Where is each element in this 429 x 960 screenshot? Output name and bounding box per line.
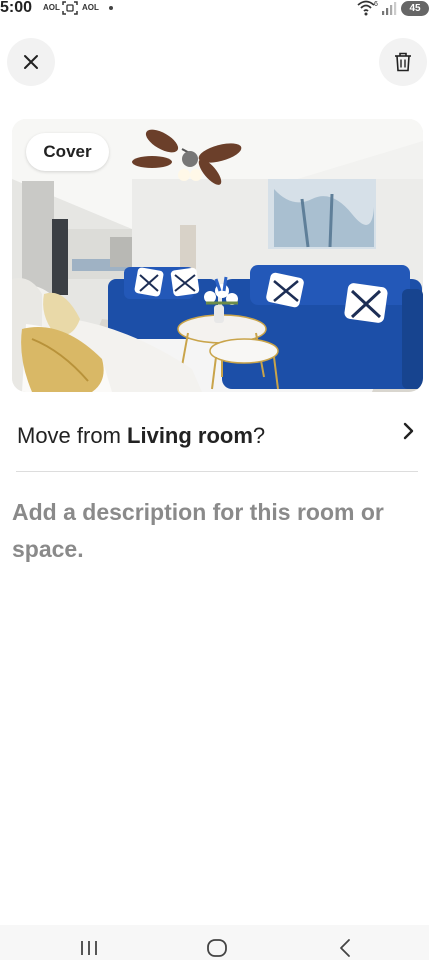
signal-icon: [382, 2, 397, 15]
system-nav-bar: [0, 925, 429, 960]
chevron-right-icon: [403, 422, 414, 440]
move-room-row[interactable]: Move from Living room?: [17, 417, 417, 457]
room-description-field[interactable]: Add a description for this room or space…: [12, 494, 412, 568]
trash-icon: [395, 52, 411, 72]
current-room-name: Living room: [127, 423, 253, 448]
back-icon[interactable]: [338, 937, 352, 959]
move-prefix: Move from: [17, 423, 128, 448]
status-bar: 5:00 AOL AOL 6 45: [0, 0, 429, 20]
divider: [16, 471, 418, 472]
recents-icon[interactable]: [79, 939, 99, 957]
home-icon[interactable]: [206, 938, 228, 958]
delete-button[interactable]: [379, 38, 427, 86]
close-button[interactable]: [7, 38, 55, 86]
move-room-label: Move from Living room?: [17, 423, 265, 449]
move-suffix: ?: [252, 423, 266, 448]
status-time: 5:00: [0, 0, 33, 16]
cover-badge: Cover: [26, 133, 109, 171]
aol-notification-icon: AOL: [43, 3, 60, 12]
aol-notification-icon-2: AOL: [82, 3, 99, 12]
svg-text:6: 6: [374, 1, 378, 8]
wifi-icon: 6: [357, 0, 378, 16]
close-icon: [24, 55, 38, 69]
notification-dot-icon: [109, 6, 113, 10]
screenshot-icon: [62, 1, 78, 15]
battery-icon: 45: [401, 1, 429, 16]
